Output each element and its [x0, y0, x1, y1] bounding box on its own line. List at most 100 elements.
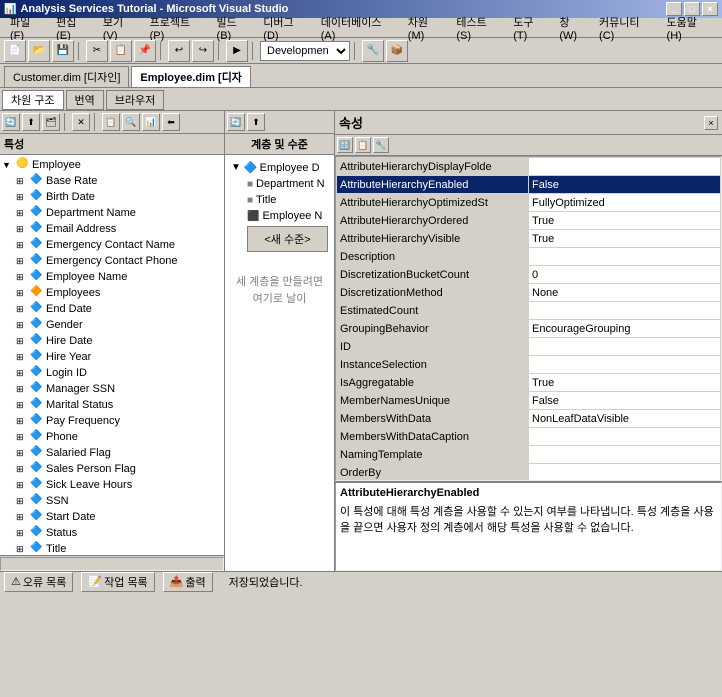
extra-btn-1[interactable]: 🔧	[362, 40, 384, 62]
prop-value-members-with-data[interactable]: NonLeafDataVisible	[529, 410, 721, 428]
expand-manager-ssn[interactable]: ⊞	[16, 384, 30, 395]
extra-btn-2[interactable]: 📦	[386, 40, 408, 62]
left-tb-btn5[interactable]: 📋	[102, 113, 120, 131]
left-tb-btn6[interactable]: 🔍	[122, 113, 140, 131]
prop-row-selected[interactable]: AttributeHierarchyEnabled False	[337, 176, 721, 194]
list-item[interactable]: ⊞ 🔷 Sales Person Flag	[16, 461, 222, 477]
prop-value-hierarchy-enabled[interactable]: False	[529, 176, 721, 194]
menu-window[interactable]: 창(W)	[553, 12, 593, 44]
expand-salaried[interactable]: ⊞	[16, 448, 30, 459]
menu-debug[interactable]: 디버그(D)	[257, 12, 314, 44]
expand-title[interactable]: ⊞	[16, 544, 30, 555]
tab-browser[interactable]: 브라우저	[106, 90, 164, 110]
new-button[interactable]: 📄	[4, 40, 26, 62]
prop-value-grouping[interactable]: EncourageGrouping	[529, 320, 721, 338]
list-item[interactable]: ⊞ 🔷 Base Rate	[16, 173, 222, 189]
expand-gender[interactable]: ⊞	[16, 320, 30, 331]
list-item[interactable]: ⊞ 🔷 Sick Leave Hours	[16, 477, 222, 493]
menu-tools[interactable]: 도구(T)	[507, 12, 553, 44]
expand-phone[interactable]: ⊞	[16, 432, 30, 443]
prop-row[interactable]: DiscretizationBucketCount 0	[337, 266, 721, 284]
right-close-btn[interactable]: ×	[704, 116, 718, 130]
prop-value-is-aggregatable[interactable]: True	[529, 374, 721, 392]
prop-row[interactable]: GroupingBehavior EncourageGrouping	[337, 320, 721, 338]
prop-row[interactable]: AttributeHierarchyOptimizedSt FullyOptim…	[337, 194, 721, 212]
prop-value-disc-bucket[interactable]: 0	[529, 266, 721, 284]
list-item[interactable]: ⊞ 🔷 Marital Status	[16, 397, 222, 413]
undo-button[interactable]: ↩	[168, 40, 190, 62]
menu-help[interactable]: 도움말(H)	[661, 12, 718, 44]
list-item[interactable]: ⊞ 🔷 Hire Date	[16, 333, 222, 349]
prop-value-instance-sel[interactable]	[529, 356, 721, 374]
save-button[interactable]: 💾	[52, 40, 74, 62]
tab-dimension-structure[interactable]: 차원 구조	[2, 90, 64, 110]
hierarchy-container[interactable]: ▼ 🔷 Employee D ■ Department N ■ Title ⬛ …	[225, 155, 334, 571]
menu-test[interactable]: 테스트(S)	[450, 12, 507, 44]
expand-status[interactable]: ⊞	[16, 528, 30, 539]
prop-value-naming-template[interactable]	[529, 446, 721, 464]
list-item[interactable]: ⊞ 🔷 Emergency Contact Name	[16, 237, 222, 253]
redo-button[interactable]: ↪	[192, 40, 214, 62]
prop-row[interactable]: AttributeHierarchyVisible True	[337, 230, 721, 248]
expand-login-id[interactable]: ⊞	[16, 368, 30, 379]
expand-sales-person[interactable]: ⊞	[16, 464, 30, 475]
prop-row[interactable]: MembersWithDataCaption	[337, 428, 721, 446]
prop-row[interactable]: ID	[337, 338, 721, 356]
config-combo[interactable]: Developmen	[260, 41, 350, 61]
prop-row[interactable]: DiscretizationMethod None	[337, 284, 721, 302]
list-item[interactable]: ⊞ 🔷 SSN	[16, 493, 222, 509]
cut-button[interactable]: ✂	[86, 40, 108, 62]
prop-value-est-count[interactable]	[529, 302, 721, 320]
expand-marital[interactable]: ⊞	[16, 400, 30, 411]
prop-row[interactable]: OrderBy	[337, 464, 721, 482]
list-item[interactable]: ⊞ 🔷 Phone	[16, 429, 222, 445]
mid-tb-btn2[interactable]: ⬆	[247, 113, 265, 131]
mid-tb-btn1[interactable]: 🔄	[227, 113, 245, 131]
paste-button[interactable]: 📌	[134, 40, 156, 62]
prop-row[interactable]: AttributeHierarchyDisplayFolde	[337, 158, 721, 176]
hier-title[interactable]: ■ Title	[245, 192, 330, 208]
hier-employee-d[interactable]: ▼ 🔷 Employee D	[229, 159, 330, 176]
expand-ssn[interactable]: ⊞	[16, 496, 30, 507]
prop-row[interactable]: IsAggregatable True	[337, 374, 721, 392]
error-list-button[interactable]: ⚠ 오류 목록	[4, 572, 73, 592]
prop-value-description[interactable]	[529, 248, 721, 266]
list-item[interactable]: ⊞ 🔷 Department Name	[16, 205, 222, 221]
expand-pay-freq[interactable]: ⊞	[16, 416, 30, 427]
props-btn3[interactable]: 🔧	[373, 137, 389, 153]
expand-employees[interactable]: ⊞	[16, 288, 30, 299]
hier-dept-name[interactable]: ■ Department N	[245, 176, 330, 192]
expand-hire-year[interactable]: ⊞	[16, 352, 30, 363]
prop-row[interactable]: EstimatedCount	[337, 302, 721, 320]
hier-new-level[interactable]: <새 수준>	[247, 226, 328, 252]
list-item[interactable]: ⊞ 🔷 Emergency Contact Phone	[16, 253, 222, 269]
open-button[interactable]: 📂	[28, 40, 50, 62]
prop-value-members-with-caption[interactable]	[529, 428, 721, 446]
prop-row[interactable]: MemberNamesUnique False	[337, 392, 721, 410]
expand-emerg-name[interactable]: ⊞	[16, 240, 30, 251]
expand-end-date[interactable]: ⊞	[16, 304, 30, 315]
left-tb-btn7[interactable]: 📊	[142, 113, 160, 131]
expand-hire-date[interactable]: ⊞	[16, 336, 30, 347]
prop-value-visible[interactable]: True	[529, 230, 721, 248]
expand-sick-leave[interactable]: ⊞	[16, 480, 30, 491]
list-item[interactable]: ⊞ 🔷 Start Date	[16, 509, 222, 525]
prop-value-disc-method[interactable]: None	[529, 284, 721, 302]
prop-value-order-by[interactable]	[529, 464, 721, 482]
play-button[interactable]: ▶	[226, 40, 248, 62]
prop-value-id[interactable]	[529, 338, 721, 356]
props-btn1[interactable]: 🔠	[337, 137, 353, 153]
prop-row[interactable]: MembersWithData NonLeafDataVisible	[337, 410, 721, 428]
list-item[interactable]: ⊞ 🔷 Manager SSN	[16, 381, 222, 397]
copy-button[interactable]: 📋	[110, 40, 132, 62]
expand-start-date[interactable]: ⊞	[16, 512, 30, 523]
prop-row[interactable]: InstanceSelection	[337, 356, 721, 374]
left-tb-btn3[interactable]: 🗂	[42, 113, 60, 131]
task-list-button[interactable]: 📝 작업 목록	[81, 572, 154, 592]
left-tb-btn4[interactable]: ✕	[72, 113, 90, 131]
list-item[interactable]: ⊞ 🔷 Birth Date	[16, 189, 222, 205]
prop-row[interactable]: NamingTemplate	[337, 446, 721, 464]
prop-value-member-names-unique[interactable]: False	[529, 392, 721, 410]
menu-community[interactable]: 커뮤니티(C)	[593, 12, 661, 44]
list-item[interactable]: ⊞ 🔷 Email Address	[16, 221, 222, 237]
